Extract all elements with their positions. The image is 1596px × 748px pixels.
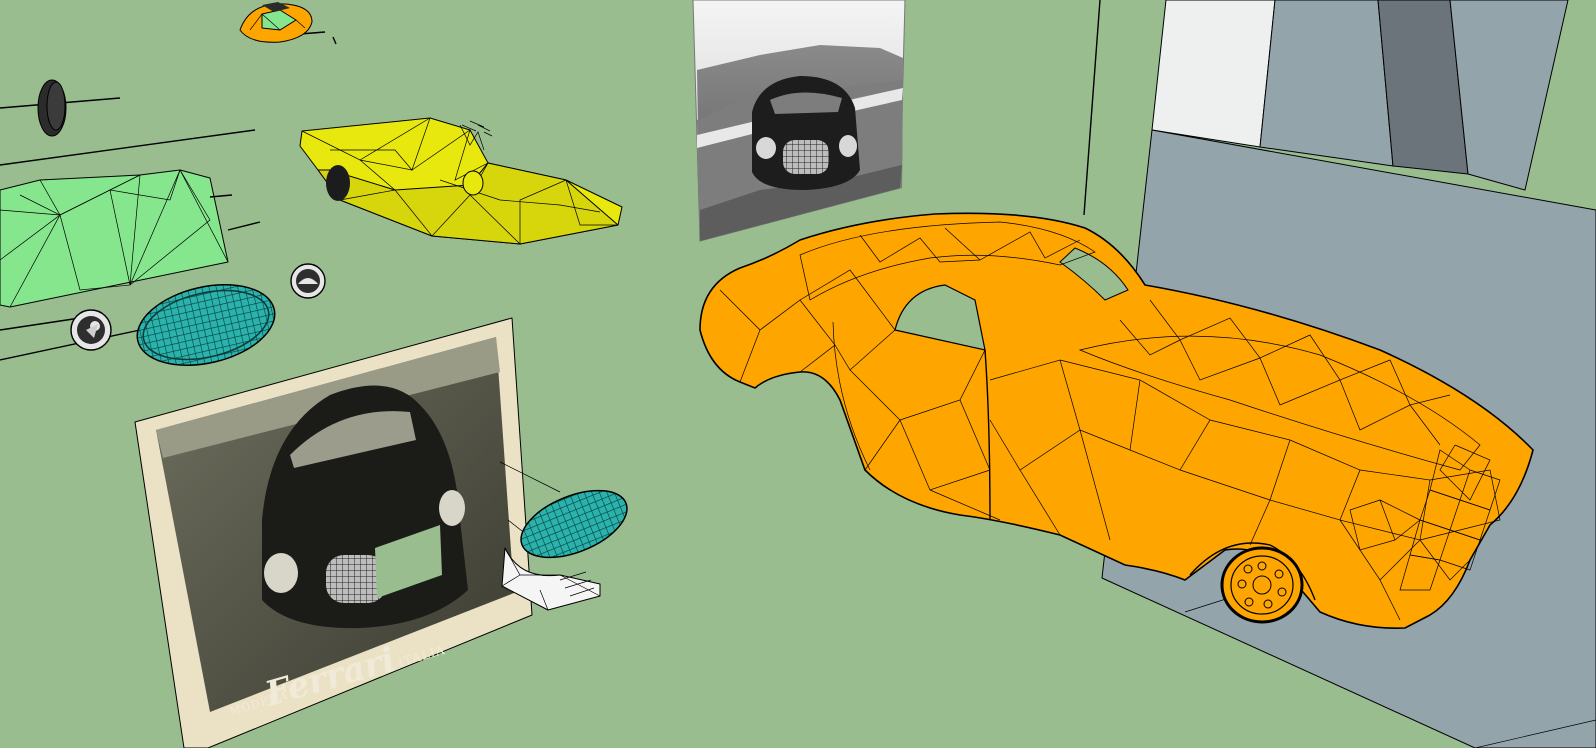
wall-grey-right[interactable] (1449, 0, 1569, 191)
3d-viewport[interactable]: Ferrari MODENA ITALIA (0, 0, 1596, 748)
reference-photo-front[interactable] (692, 0, 906, 242)
chassis-component[interactable] (299, 117, 623, 245)
headlight-left[interactable] (70, 309, 112, 351)
small-part-top[interactable] (239, 2, 313, 43)
reference-poster[interactable]: Ferrari MODENA ITALIA (134, 317, 533, 748)
photo-car-front (752, 76, 860, 190)
grille-part-left[interactable] (129, 272, 283, 378)
headlight-right[interactable] (290, 263, 326, 299)
car-front-wheel[interactable] (1220, 546, 1304, 624)
wall-grey-back[interactable] (1259, 0, 1394, 167)
wall-white-panel[interactable] (1151, 0, 1276, 148)
wheel-part[interactable] (37, 79, 67, 137)
